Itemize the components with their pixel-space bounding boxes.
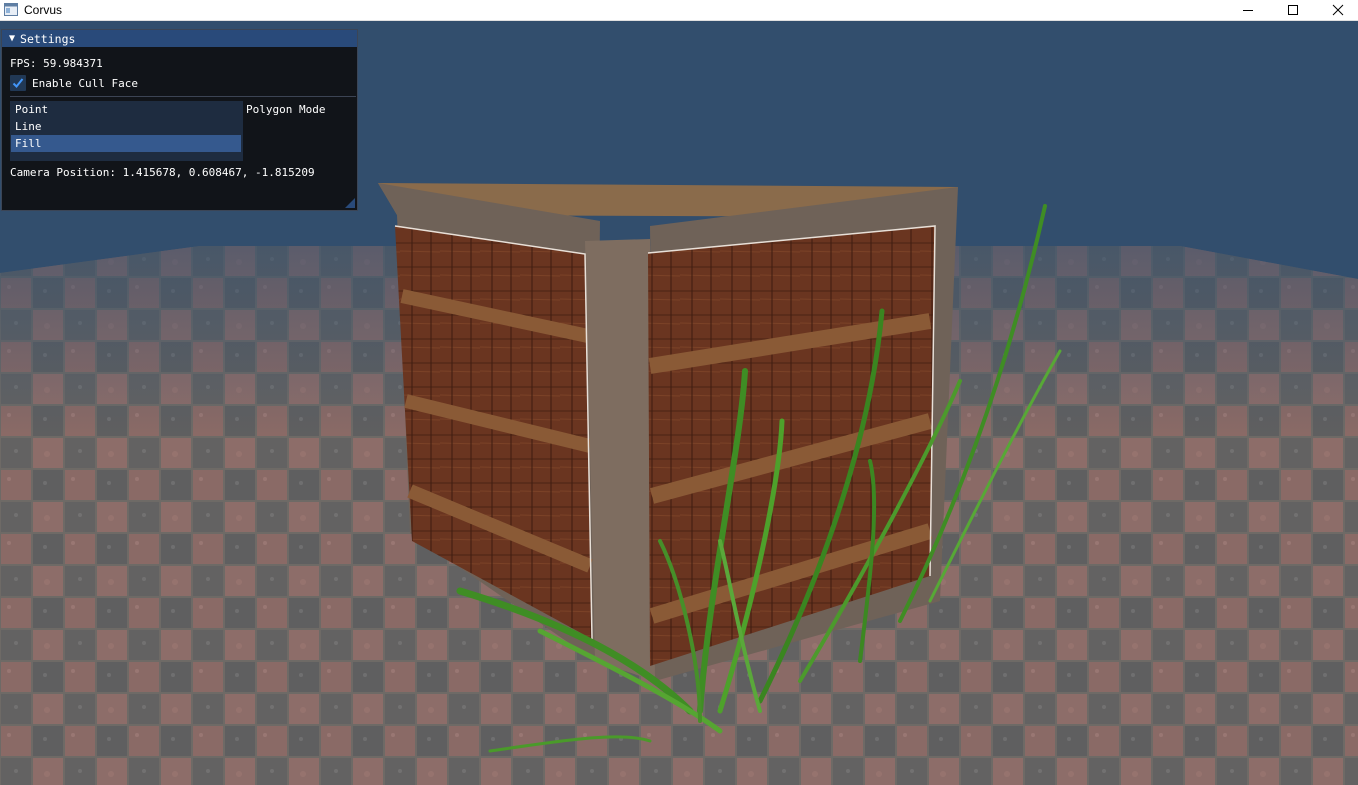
maximize-button[interactable] bbox=[1270, 0, 1316, 20]
close-icon bbox=[1332, 4, 1344, 16]
window-title: Corvus bbox=[24, 3, 63, 17]
polygon-mode-listbox[interactable]: Point Line Fill bbox=[10, 101, 243, 161]
cull-face-label: Enable Cull Face bbox=[32, 76, 138, 90]
collapse-arrow-icon[interactable]: ▼ bbox=[9, 33, 15, 44]
settings-panel[interactable]: ▼ Settings FPS: 59.984371 Enable Cull Fa… bbox=[1, 29, 358, 211]
window-title-bar: Corvus bbox=[0, 0, 1358, 21]
settings-title: Settings bbox=[20, 31, 76, 46]
polygon-mode-point[interactable]: Point bbox=[11, 101, 241, 118]
cull-face-checkbox[interactable] bbox=[10, 75, 26, 91]
fps-readout: FPS: 59.984371 bbox=[10, 57, 103, 70]
close-button[interactable] bbox=[1315, 0, 1358, 20]
camera-position-readout: Camera Position: 1.415678, 0.608467, -1.… bbox=[10, 166, 315, 179]
settings-header[interactable]: ▼ Settings bbox=[2, 30, 357, 47]
separator bbox=[10, 96, 356, 97]
minimize-icon bbox=[1243, 10, 1253, 11]
checkmark-icon bbox=[12, 78, 24, 88]
cull-face-option[interactable]: Enable Cull Face bbox=[10, 75, 138, 91]
polygon-mode-fill[interactable]: Fill bbox=[11, 135, 241, 152]
polygon-mode-line[interactable]: Line bbox=[11, 118, 241, 135]
minimize-button[interactable] bbox=[1225, 0, 1271, 20]
polygon-mode-label: Polygon Mode bbox=[246, 103, 326, 116]
maximize-icon bbox=[1288, 5, 1298, 15]
app-icon bbox=[4, 3, 18, 16]
resize-grip-icon[interactable] bbox=[345, 198, 355, 208]
